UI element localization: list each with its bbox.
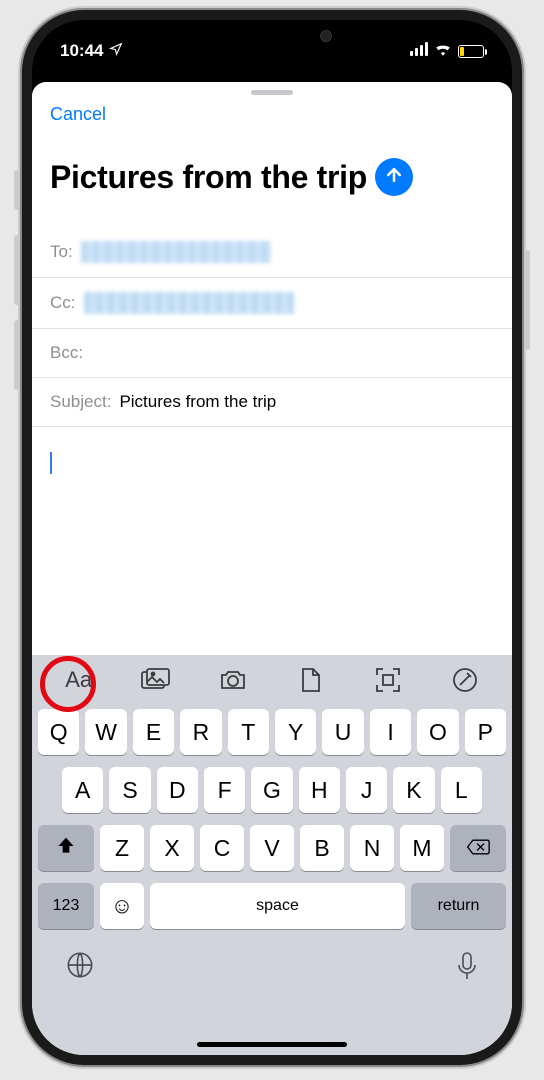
cc-field[interactable]: Cc:	[32, 278, 512, 329]
key-k[interactable]: K	[393, 767, 434, 813]
shift-key[interactable]	[38, 825, 94, 871]
globe-icon[interactable]	[66, 951, 94, 986]
backspace-icon	[466, 835, 490, 862]
key-d[interactable]: D	[157, 767, 198, 813]
battery-icon	[458, 45, 484, 58]
cc-value-redacted	[84, 292, 294, 314]
key-n[interactable]: N	[350, 825, 394, 871]
sheet-grabber[interactable]	[251, 90, 293, 95]
keyboard: Aa	[32, 655, 512, 1055]
camera-icon[interactable]	[206, 658, 260, 702]
key-row-1: Q W E R T Y U I O P	[36, 709, 508, 755]
key-x[interactable]: X	[150, 825, 194, 871]
document-icon[interactable]	[284, 658, 338, 702]
key-g[interactable]: G	[251, 767, 292, 813]
text-format-label: Aa	[65, 667, 92, 693]
key-c[interactable]: C	[200, 825, 244, 871]
space-key[interactable]: space	[150, 883, 405, 929]
key-f[interactable]: F	[204, 767, 245, 813]
location-arrow-icon	[109, 41, 123, 61]
status-time: 10:44	[60, 41, 103, 61]
arrow-up-icon	[384, 165, 404, 190]
bcc-label: Bcc:	[50, 343, 83, 363]
cancel-button[interactable]: Cancel	[50, 104, 106, 125]
emoji-icon: ☺	[111, 893, 133, 919]
return-key[interactable]: return	[411, 883, 506, 929]
key-p[interactable]: P	[465, 709, 506, 755]
photos-icon[interactable]	[129, 658, 183, 702]
to-field[interactable]: To:	[32, 227, 512, 278]
screen: 10:44 Cancel Pictures from the trip	[32, 20, 512, 1055]
markup-icon[interactable]	[438, 658, 492, 702]
key-t[interactable]: T	[228, 709, 269, 755]
compose-sheet: Cancel Pictures from the trip To: Cc:	[32, 82, 512, 1055]
keyboard-toolbar: Aa	[32, 655, 512, 705]
key-v[interactable]: V	[250, 825, 294, 871]
key-o[interactable]: O	[417, 709, 458, 755]
subject-value: Pictures from the trip	[119, 392, 276, 412]
cc-label: Cc:	[50, 293, 76, 313]
emoji-key[interactable]: ☺	[100, 883, 144, 929]
key-m[interactable]: M	[400, 825, 444, 871]
numbers-key[interactable]: 123	[38, 883, 94, 929]
to-value-redacted	[81, 241, 271, 263]
compose-title: Pictures from the trip	[50, 159, 367, 196]
home-indicator[interactable]	[197, 1042, 347, 1047]
side-button-power	[524, 250, 530, 350]
to-label: To:	[50, 242, 73, 262]
side-button-vol-up	[14, 235, 20, 305]
key-s[interactable]: S	[109, 767, 150, 813]
key-w[interactable]: W	[85, 709, 126, 755]
key-i[interactable]: I	[370, 709, 411, 755]
key-h[interactable]: H	[299, 767, 340, 813]
key-r[interactable]: R	[180, 709, 221, 755]
side-button-vol-down	[14, 320, 20, 390]
bcc-field[interactable]: Bcc:	[32, 329, 512, 378]
key-b[interactable]: B	[300, 825, 344, 871]
key-z[interactable]: Z	[100, 825, 144, 871]
wifi-icon	[434, 41, 452, 61]
mic-icon[interactable]	[456, 951, 478, 986]
key-row-4: 123 ☺ space return	[36, 883, 508, 929]
key-j[interactable]: J	[346, 767, 387, 813]
side-button-silent	[14, 170, 20, 210]
notch	[157, 20, 387, 50]
key-y[interactable]: Y	[275, 709, 316, 755]
phone-frame: 10:44 Cancel Pictures from the trip	[22, 10, 522, 1065]
keyboard-fn-row	[36, 941, 508, 986]
text-format-icon[interactable]: Aa	[52, 658, 106, 702]
text-cursor	[50, 452, 52, 474]
cellular-icon	[408, 41, 428, 61]
send-button[interactable]	[375, 158, 413, 196]
scan-icon[interactable]	[361, 658, 415, 702]
key-e[interactable]: E	[133, 709, 174, 755]
key-row-2: A S D F G H J K L	[36, 767, 508, 813]
key-q[interactable]: Q	[38, 709, 79, 755]
subject-label: Subject:	[50, 392, 111, 412]
shift-icon	[56, 835, 76, 862]
key-u[interactable]: U	[322, 709, 363, 755]
key-l[interactable]: L	[441, 767, 482, 813]
subject-field[interactable]: Subject: Pictures from the trip	[32, 378, 512, 427]
key-a[interactable]: A	[62, 767, 103, 813]
key-row-3: Z X C V B N M	[36, 825, 508, 871]
backspace-key[interactable]	[450, 825, 506, 871]
